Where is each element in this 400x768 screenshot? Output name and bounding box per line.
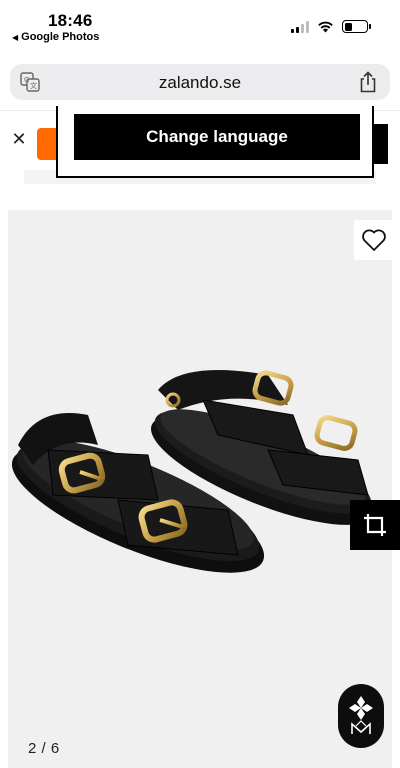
status-bar: 18:46 ◀ Google Photos	[0, 0, 400, 52]
crop-button[interactable]	[350, 500, 400, 550]
url-text[interactable]: zalando.se	[10, 73, 390, 93]
status-icons	[291, 20, 371, 33]
status-time: 18:46	[48, 11, 93, 30]
change-language-button[interactable]: Change language	[74, 114, 360, 160]
language-popup: Change language	[56, 106, 374, 178]
heart-icon	[362, 229, 386, 251]
product-image[interactable]	[8, 210, 392, 768]
battery-icon	[342, 20, 371, 33]
wishlist-button[interactable]	[354, 220, 394, 260]
crop-icon	[364, 514, 386, 536]
cellular-signal-icon	[291, 20, 309, 33]
share-icon[interactable]	[358, 71, 378, 93]
brand-logo-icon	[349, 696, 373, 734]
brand-logo-button[interactable]	[338, 684, 384, 748]
back-to-app-link[interactable]: ◀ Google Photos	[12, 31, 99, 43]
image-counter: 2 / 6	[28, 740, 60, 757]
back-triangle-icon: ◀	[12, 32, 19, 42]
wifi-icon	[318, 21, 333, 33]
close-icon[interactable]: ✕	[10, 130, 28, 148]
address-bar[interactable]: G 文 zalando.se	[10, 64, 390, 100]
sandal-photo	[11, 370, 375, 573]
back-app-label: Google Photos	[21, 31, 100, 43]
